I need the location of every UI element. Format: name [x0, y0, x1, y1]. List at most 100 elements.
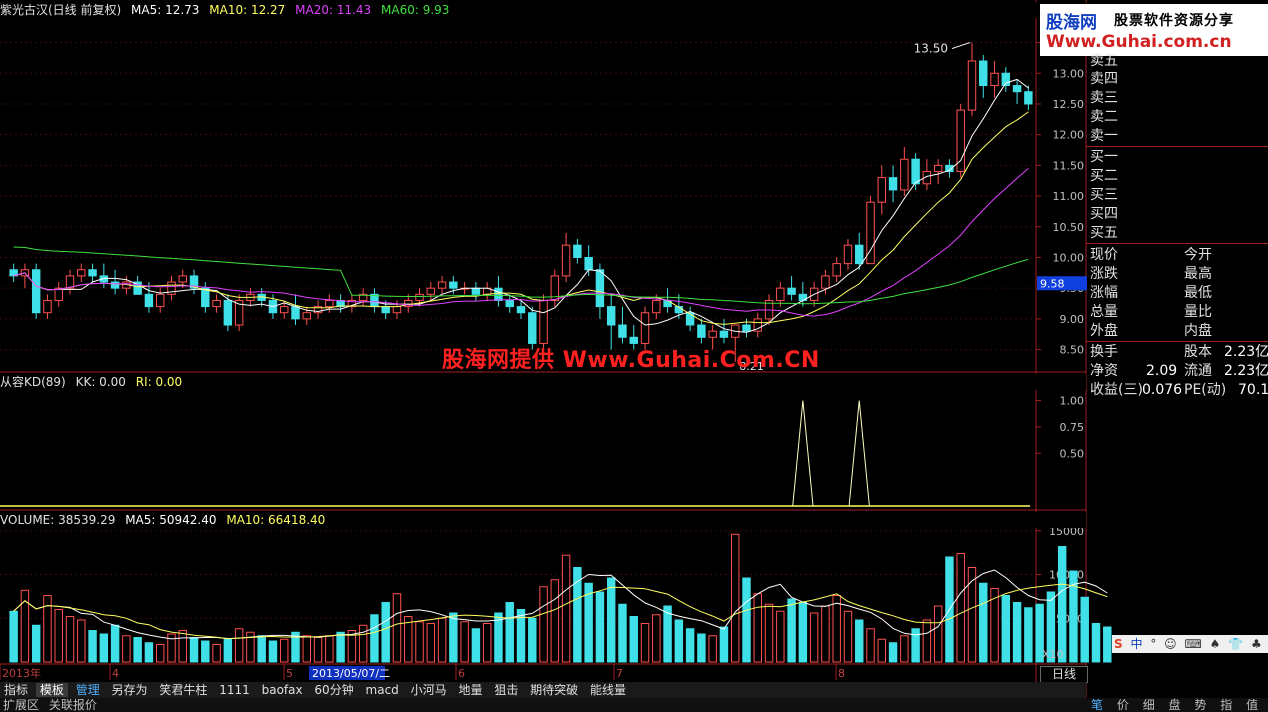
candle-body — [1012, 85, 1022, 93]
tab-value[interactable]: 值 — [1241, 698, 1263, 712]
menu-template[interactable]: 模板 — [35, 683, 68, 697]
tab-index[interactable]: 指 — [1215, 698, 1237, 712]
menu-item-10[interactable]: 小河马 — [407, 683, 451, 697]
shirt-icon[interactable]: 👕 — [1226, 637, 1245, 651]
punct-icon[interactable]: ° — [1148, 637, 1158, 651]
price-tick-label: 11.00 — [1053, 190, 1085, 203]
volume-bar — [640, 623, 650, 663]
keyboard-icon[interactable]: ⌨ — [1183, 637, 1204, 651]
kk-spike — [792, 400, 814, 507]
volume-bar — [674, 619, 684, 663]
tab-ticks[interactable]: 笔 — [1086, 698, 1108, 712]
volume-bar — [223, 638, 233, 663]
high-price-label: 13.50 — [914, 42, 948, 56]
volume-bar — [178, 630, 187, 663]
volume-bar — [809, 612, 819, 663]
candle-body — [573, 244, 582, 258]
period-daily-button[interactable]: 日线 — [1040, 666, 1088, 683]
menu-manage[interactable]: 管理 — [72, 683, 104, 697]
fin-eps: 收益(三) — [1090, 382, 1143, 398]
menu-save-as[interactable]: 另存为 — [108, 683, 152, 697]
volume-bar — [866, 628, 875, 663]
volume-bar — [877, 638, 887, 663]
sogou-icon[interactable]: S — [1112, 637, 1125, 651]
menu-indicator[interactable]: 指标 — [0, 683, 32, 697]
candle-body — [719, 330, 729, 338]
candle-body — [505, 299, 514, 308]
price-title-bar: 紫光古汉(日线 前复权) MA5: 12.73 MA10: 12.27 MA20… — [0, 2, 1086, 18]
tab-related-quotes[interactable]: 关联报价 — [46, 698, 100, 712]
tab-trend[interactable]: 势 — [1189, 698, 1211, 712]
stat-vol-ratio: 量比 — [1184, 304, 1212, 320]
tab-order[interactable]: 盘 — [1164, 698, 1186, 712]
volume-bar — [280, 638, 289, 663]
indicator-name: 从容KD(89) — [0, 375, 66, 389]
buy-2: 买二 — [1090, 168, 1118, 184]
volume-bar — [821, 605, 830, 663]
vol-ma10-line — [13, 583, 1108, 640]
ime-toolbar[interactable]: S 中 ° ☺ ⌨ ♠ 👕 ♣ — [1112, 635, 1268, 653]
menu-item-7[interactable]: baofax — [258, 683, 307, 697]
emoji-icon[interactable]: ☺ — [1162, 637, 1179, 651]
candle-body — [415, 293, 424, 301]
menu-item-8[interactable]: 60分钟 — [310, 683, 357, 697]
candle-body — [381, 306, 390, 314]
high-marker-arrow — [951, 42, 971, 50]
volume-bar — [528, 617, 537, 663]
menu-item-13[interactable]: 期待突破 — [526, 683, 582, 697]
menu-item-5[interactable]: 笑君牛柱 — [155, 683, 211, 697]
skin-icon[interactable]: ♠ — [1208, 637, 1223, 651]
panel-divider — [1086, 243, 1268, 244]
volume-bar — [1012, 602, 1022, 663]
candle-body — [652, 299, 661, 314]
volume-bar — [888, 642, 898, 663]
volume-bar — [99, 633, 109, 663]
ime-chinese-toggle[interactable]: 中 — [1128, 637, 1144, 651]
stat-high: 最高 — [1184, 266, 1212, 282]
volume-bar — [922, 619, 932, 663]
candle-body — [584, 256, 593, 271]
menu-item-11[interactable]: 地量 — [454, 683, 486, 697]
tab-detail[interactable]: 细 — [1138, 698, 1160, 712]
menu-item-14[interactable]: 能线量 — [586, 683, 630, 697]
volume-bar — [730, 533, 740, 663]
stock-name: 紫光古汉(日线 前复权) — [0, 3, 122, 17]
candle-body — [392, 306, 402, 314]
panel-divider — [1086, 146, 1268, 147]
date-tick-label: 8 — [838, 667, 845, 680]
kd-tick-label: 1.00 — [1060, 395, 1085, 408]
volume-bar — [392, 593, 402, 663]
volume-bar — [652, 614, 661, 663]
tab-extended-area[interactable]: 扩展区 — [0, 698, 42, 712]
panel-divider — [1086, 341, 1268, 342]
candle-body — [144, 293, 154, 308]
candle-body — [877, 177, 887, 203]
candle-body — [776, 287, 785, 301]
candle-body — [212, 299, 221, 308]
volume-multiplier-label: X10 — [1042, 648, 1064, 661]
menu-item-6[interactable]: 1111 — [215, 683, 254, 697]
stat-outer: 外盘 — [1090, 323, 1118, 339]
candle-body — [787, 287, 796, 295]
candle-body — [990, 72, 999, 87]
tab-price[interactable]: 价 — [1112, 698, 1134, 712]
kd-tick-label: 0.50 — [1060, 447, 1085, 460]
candle-body — [77, 269, 86, 277]
volume-bar — [212, 644, 221, 663]
candle-body — [223, 299, 233, 326]
candle-body — [933, 164, 943, 173]
tool-icon[interactable]: ♣ — [1249, 637, 1264, 651]
volume-bar — [155, 644, 165, 663]
menu-item-9[interactable]: macd — [362, 683, 403, 697]
fin-pe-value: 70.1 — [1238, 382, 1268, 398]
fin-turnover: 换手 — [1090, 344, 1118, 360]
menu-item-12[interactable]: 狙击 — [490, 683, 522, 697]
volume-bar — [618, 603, 627, 663]
volume-bar — [742, 577, 751, 663]
candle-body — [843, 244, 853, 265]
candle-body — [900, 158, 909, 191]
volume-bar — [753, 593, 762, 663]
volume-bar — [832, 595, 841, 663]
volume-bar — [268, 640, 278, 663]
buy-4: 买四 — [1090, 206, 1118, 222]
